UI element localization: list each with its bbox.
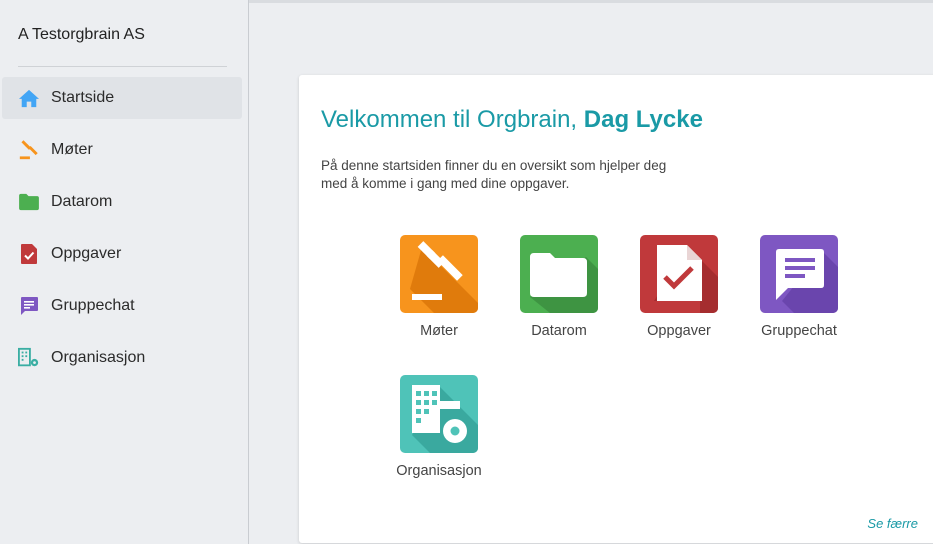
sidebar-divider [18, 66, 227, 67]
folder-icon [18, 191, 40, 213]
chat-icon [18, 295, 40, 317]
gavel-icon [400, 235, 478, 313]
tile-oppgaver[interactable]: Oppgaver [619, 235, 739, 345]
sidebar-item-moter[interactable]: Møter [2, 129, 242, 171]
top-border [249, 0, 933, 3]
tile-gruppechat[interactable]: Gruppechat [739, 235, 859, 345]
tile-datarom[interactable]: Datarom [499, 235, 619, 345]
user-name: Dag Lycke [583, 106, 703, 133]
task-icon [18, 243, 40, 265]
chat-icon [760, 235, 838, 313]
sidebar-item-label: Startside [51, 89, 115, 106]
sidebar-item-label: Organisasjon [51, 349, 146, 366]
tile-label: Organisasjon [396, 463, 482, 479]
sidebar-item-oppgaver[interactable]: Oppgaver [2, 233, 242, 275]
sidebar-item-startside[interactable]: Startside [2, 77, 242, 119]
tile-label: Datarom [531, 323, 587, 339]
sidebar-item-label: Oppgaver [51, 245, 122, 262]
sidebar-item-datarom[interactable]: Datarom [2, 181, 242, 223]
organization-icon [400, 375, 478, 453]
welcome-heading: Velkommen til Orgbrain, Dag Lycke [321, 106, 703, 134]
tile-label: Oppgaver [647, 323, 711, 339]
gavel-icon [18, 139, 40, 161]
sidebar-item-label: Datarom [51, 193, 113, 210]
organization-name[interactable]: A Testorgbrain AS [18, 26, 145, 44]
sidebar: A Testorgbrain AS Startside Møter Dataro… [0, 0, 249, 544]
tile-organisasjon[interactable]: Organisasjon [379, 375, 499, 485]
tile-label: Gruppechat [761, 323, 837, 339]
intro-text: På denne startsiden finner du en oversik… [321, 158, 667, 191]
welcome-card: Velkommen til Orgbrain, Dag Lycke På den… [299, 75, 933, 543]
task-icon [640, 235, 718, 313]
organization-icon [18, 347, 40, 369]
sidebar-item-label: Møter [51, 141, 93, 158]
tile-label: Møter [420, 323, 458, 339]
home-icon [18, 87, 40, 109]
tile-moter[interactable]: Møter [379, 235, 499, 345]
sidebar-item-gruppechat[interactable]: Gruppechat [2, 285, 242, 327]
sidebar-item-organisasjon[interactable]: Organisasjon [2, 337, 242, 379]
folder-icon [520, 235, 598, 313]
sidebar-item-label: Gruppechat [51, 297, 135, 314]
welcome-prefix: Velkommen til Orgbrain, [321, 106, 584, 133]
see-less-link[interactable]: Se færre [867, 516, 918, 531]
